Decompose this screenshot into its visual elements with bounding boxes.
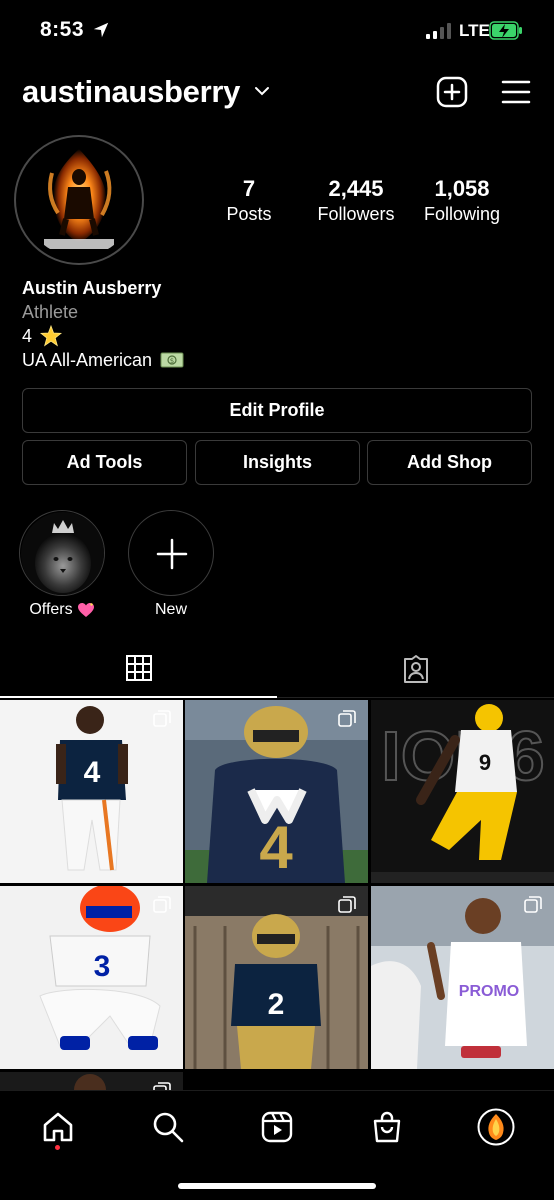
multiple-posts-icon — [153, 710, 171, 727]
highlight-new-cover — [128, 510, 214, 596]
highlight-offers[interactable]: Offers — [19, 510, 105, 620]
multiple-posts-icon — [153, 1082, 171, 1090]
multiple-posts-icon — [338, 710, 356, 727]
search-icon — [153, 1112, 184, 1143]
highlight-offers-cover — [19, 510, 105, 596]
svg-text:9: 9 — [479, 750, 491, 775]
tab-posts-grid[interactable] — [0, 640, 277, 698]
home-icon — [43, 1112, 73, 1142]
ad-tools-button[interactable]: Ad Tools — [22, 440, 187, 485]
bio-line-all-american: UA All-American $ — [22, 348, 522, 372]
grid-post-1[interactable]: 4 — [0, 700, 183, 883]
grid-icon — [125, 655, 152, 681]
following-label: Following — [423, 204, 501, 224]
highlight-new-label-row: New — [128, 600, 214, 620]
svg-text:2: 2 — [268, 988, 285, 1021]
chevron-down-icon[interactable] — [254, 85, 270, 97]
multiple-posts-icon — [153, 896, 171, 913]
bio-line-2-text: UA All-American — [22, 350, 153, 370]
status-time: 8:53 — [40, 18, 85, 41]
profile-avatar-icon — [477, 1108, 515, 1146]
insights-button[interactable]: Insights — [195, 440, 360, 485]
hamburger-menu-icon[interactable] — [501, 79, 531, 105]
display-name: Austin Ausberry — [22, 278, 162, 298]
grid-post-5[interactable]: 2 — [185, 886, 368, 1069]
flame-athlete-image — [22, 143, 136, 257]
reels-icon — [261, 1111, 293, 1143]
home-indicator[interactable] — [178, 1183, 376, 1189]
new-post-icon[interactable] — [436, 76, 468, 108]
highlight-new[interactable]: New — [128, 510, 214, 620]
posts-grid: 4 4 IOU6 — [0, 700, 554, 1090]
highlight-offers-label-row: Offers — [19, 600, 105, 620]
profile-username[interactable]: austinausberry — [22, 74, 240, 110]
svg-text:4: 4 — [259, 814, 293, 881]
tab-tagged[interactable] — [277, 640, 554, 698]
sparkling-heart-icon — [77, 603, 94, 617]
grid-post-3[interactable]: IOU6 9 — [371, 700, 554, 883]
svg-text:$: $ — [170, 357, 174, 365]
location-arrow-icon — [93, 22, 109, 38]
nav-home[interactable] — [33, 1105, 83, 1149]
nav-search[interactable] — [143, 1105, 193, 1149]
multiple-posts-icon — [524, 896, 542, 913]
bio-line-stars: 4 — [22, 324, 522, 348]
network-type: LTE — [459, 21, 490, 40]
highlight-new-label: New — [154, 601, 187, 618]
edit-profile-button[interactable]: Edit Profile — [22, 388, 532, 433]
category-label: Athlete — [22, 302, 79, 322]
nav-shop[interactable] — [362, 1105, 412, 1149]
posts-number: 7 — [242, 176, 256, 201]
lion-crown-image — [21, 512, 104, 595]
shopping-bag-icon — [373, 1111, 401, 1143]
posts-label: Posts — [226, 204, 272, 224]
svg-text:PROMO: PROMO — [459, 983, 519, 1000]
glowing-star-icon — [40, 325, 63, 347]
money-bill-icon: $ — [160, 352, 184, 368]
following-number: 1,058 — [434, 176, 490, 201]
add-shop-button[interactable]: Add Shop — [367, 440, 532, 485]
tagged-person-icon — [403, 654, 428, 683]
plus-icon — [156, 538, 188, 570]
nav-profile[interactable] — [471, 1105, 521, 1149]
grid-post-7[interactable] — [0, 1072, 183, 1090]
followers-number: 2,445 — [328, 176, 384, 201]
svg-text:4: 4 — [84, 756, 101, 789]
svg-text:3: 3 — [94, 950, 111, 983]
grid-post-4[interactable]: 3 — [0, 886, 183, 1069]
following-count[interactable]: 1,058 Following — [414, 176, 510, 226]
profile-avatar[interactable] — [22, 143, 136, 257]
battery-charging-icon — [489, 21, 522, 40]
cellular-signal-icon — [426, 23, 451, 39]
followers-count[interactable]: 2,445 Followers — [306, 176, 406, 226]
bio-line-1-text: 4 — [22, 326, 33, 346]
multiple-posts-icon — [338, 896, 356, 913]
grid-post-2[interactable]: 4 — [185, 700, 368, 883]
followers-label: Followers — [317, 204, 395, 224]
nav-reels[interactable] — [252, 1105, 302, 1149]
grid-post-6[interactable]: PROMO — [371, 886, 554, 1069]
posts-count[interactable]: 7 Posts — [208, 176, 290, 226]
status-bar: 8:53 LTE — [0, 0, 554, 60]
profile-bio: Austin Ausberry Athlete 4 UA All-America… — [22, 276, 522, 372]
highlight-offers-label: Offers — [29, 601, 73, 618]
notification-dot — [55, 1145, 60, 1150]
post-image: IOU6 9 — [371, 700, 554, 883]
